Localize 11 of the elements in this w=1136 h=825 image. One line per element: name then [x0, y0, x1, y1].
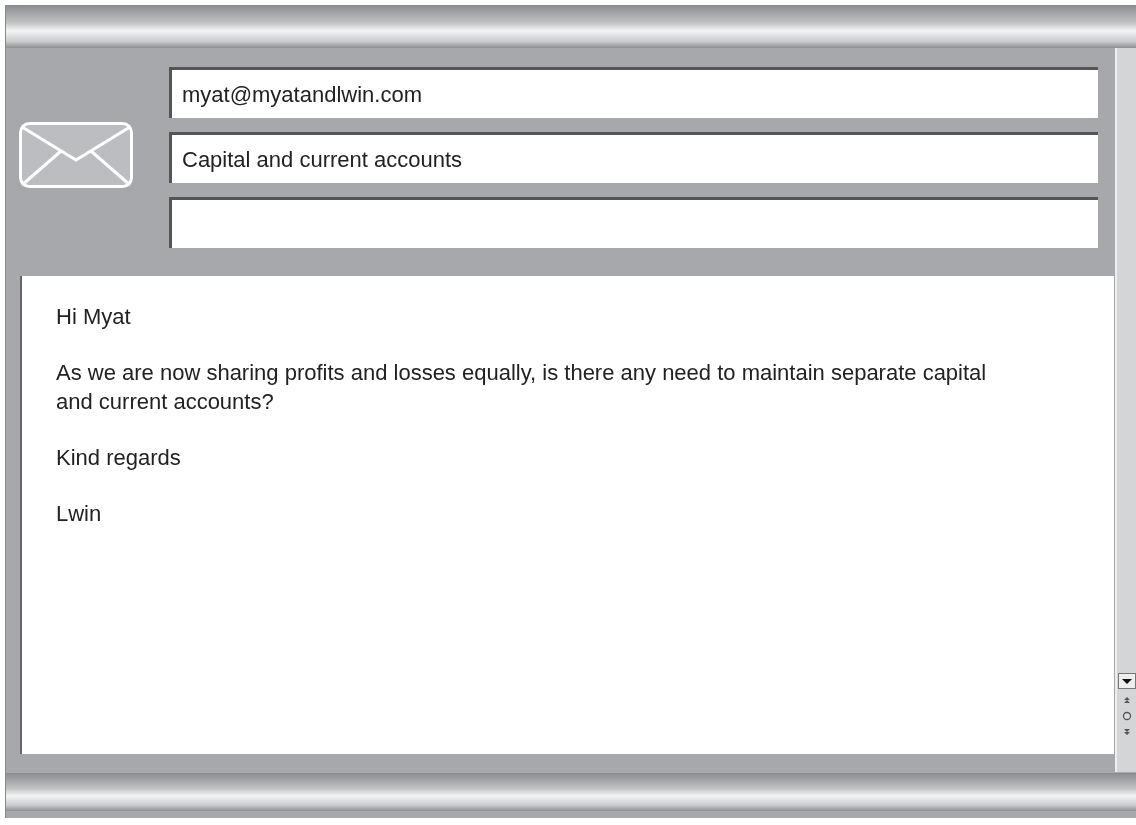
message-paragraph: Kind regards — [56, 444, 182, 473]
scroll-down-button[interactable] — [1117, 673, 1136, 689]
message-paragraph: Hi Myat — [56, 303, 132, 331]
scroll-bar[interactable] — [1115, 48, 1136, 772]
message-body[interactable]: Hi Myat As we are now sharing profits and losses equally, is there any need to maintain separate capital and current accounts? Kind regards Lwin — [20, 276, 1114, 754]
input-field[interactable]: Capital and current accounts — [169, 132, 1098, 183]
message-paragraph: As we are now sharing profits and losses equally, is there any need to maintain separate capital and current accounts? — [56, 358, 988, 417]
input-field[interactable]: myat@myatandlwin.com — [169, 67, 1098, 118]
message-paragraph: Lwin — [56, 499, 103, 528]
envelope-icon — [19, 122, 133, 188]
input-field[interactable] — [169, 197, 1098, 248]
